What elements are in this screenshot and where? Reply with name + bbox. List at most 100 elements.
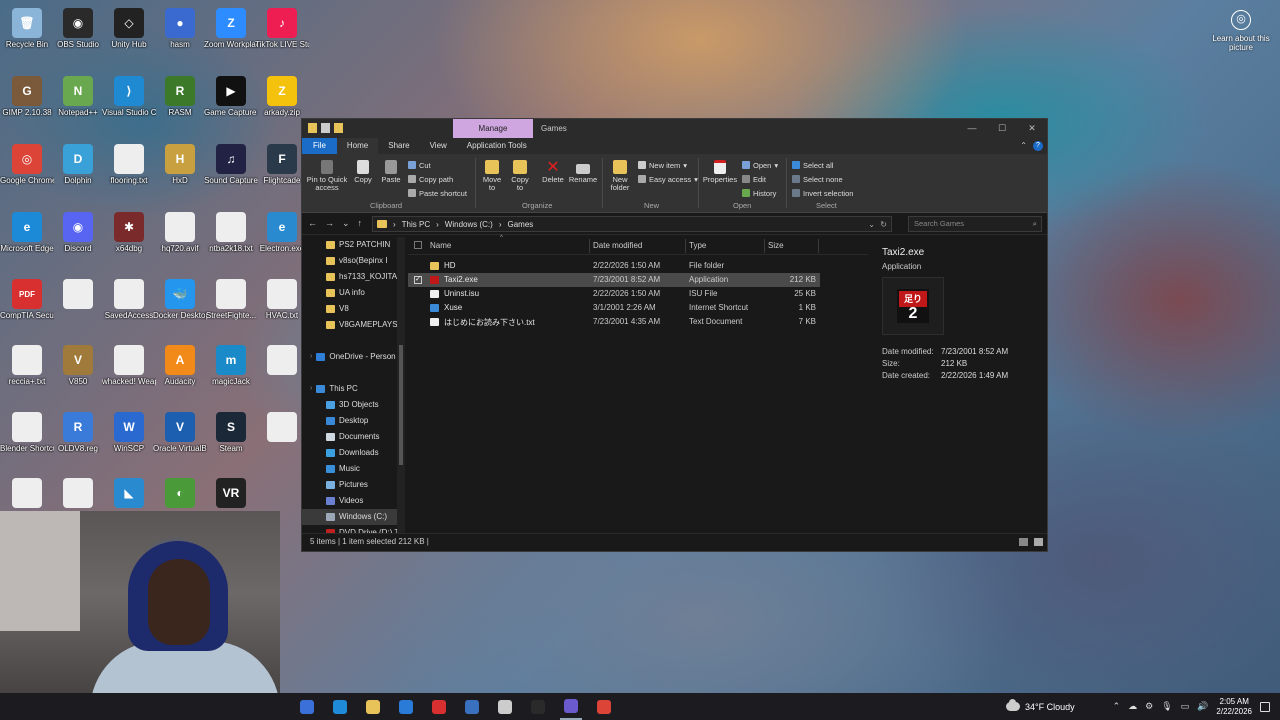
copy-path-button[interactable]: Copy path [408, 173, 453, 185]
desktop-icon[interactable]: ▶ Game Capture HD [204, 76, 258, 117]
nav-item[interactable]: Windows (C:) [302, 509, 405, 525]
column-divider[interactable] [589, 239, 590, 253]
taskbar-app[interactable] [593, 693, 615, 720]
desktop-icon[interactable] [0, 478, 54, 510]
cloud-sync-icon[interactable]: ☁ [1128, 701, 1137, 712]
taskbar-app[interactable] [461, 693, 483, 720]
breadcrumb-this-pc[interactable]: This PC [402, 220, 430, 229]
column-divider[interactable] [685, 239, 686, 253]
tab-view[interactable]: View [420, 138, 457, 154]
nav-item[interactable]: Downloads [302, 445, 405, 461]
back-arrow-icon[interactable]: ← [308, 218, 317, 229]
nav-item[interactable]: v8so(Bepinx I [302, 253, 405, 269]
desktop-icon[interactable]: SavedAccess [102, 279, 156, 320]
nav-item[interactable]: Pictures [302, 477, 405, 493]
copy-to-button[interactable]: Copy to [508, 160, 532, 192]
row-checkbox[interactable] [414, 262, 422, 270]
desktop-icon[interactable]: PDF CompTIA Security... [0, 279, 54, 320]
file-row[interactable]: HD 2/22/2026 1:50 AM File folder [408, 259, 820, 273]
notifications-icon[interactable] [1260, 701, 1270, 712]
clock[interactable]: 2:05 AM 2/22/2026 [1216, 697, 1252, 717]
delete-button[interactable]: ✕ Delete [540, 160, 566, 184]
easy-access-button[interactable]: Easy access ▾ [638, 173, 698, 185]
desktop-icon[interactable]: Blender Shortcut.txt [0, 412, 54, 453]
desktop-icon[interactable]: ● hasm [153, 8, 207, 49]
tab-share[interactable]: Share [378, 138, 419, 154]
desktop-icon[interactable]: R OLDV8.reg [51, 412, 105, 453]
taskbar-app[interactable] [395, 693, 417, 720]
desktop-icon[interactable]: S Steam [204, 412, 258, 453]
taskbar-app[interactable] [527, 693, 549, 720]
help-icon[interactable]: ? [1033, 141, 1043, 151]
details-view-icon[interactable] [1019, 538, 1028, 546]
desktop-icon[interactable]: D Dolphin [51, 144, 105, 185]
close-button[interactable]: ✕ [1017, 119, 1047, 138]
new-folder-qa-icon[interactable] [334, 123, 343, 133]
breadcrumb-games[interactable]: Games [507, 220, 533, 229]
desktop-icon[interactable]: ♪ TikTok LIVE Studio [255, 8, 309, 49]
nav-item[interactable]: hs7133_KOJITAXI [302, 269, 405, 285]
paste-shortcut-button[interactable]: Paste shortcut [408, 187, 467, 199]
row-checkbox[interactable] [414, 304, 422, 312]
desktop-icon[interactable]: R RASM [153, 76, 207, 117]
up-arrow-icon[interactable]: ↑ [358, 218, 363, 229]
open-button[interactable]: Open ▾ [742, 159, 778, 171]
nav-scrollbar[interactable] [397, 237, 405, 533]
desktop-icon[interactable]: V Oracle VirtualBox [153, 412, 207, 453]
taskbar-app[interactable] [296, 693, 318, 720]
desktop-icon[interactable]: ◐ [153, 478, 207, 510]
large-icons-view-icon[interactable] [1034, 538, 1043, 546]
nav-item[interactable]: DVD Drive (D:) T [302, 525, 405, 533]
nav-item[interactable]: Desktop [302, 413, 405, 429]
taskbar-app[interactable] [494, 693, 516, 720]
nav-item[interactable]: › This PC [302, 381, 405, 397]
desktop-icon[interactable]: G GIMP 2.10.38 [0, 76, 54, 117]
minimize-button[interactable]: — [957, 119, 987, 138]
desktop-icon[interactable]: ntba2k18.txt [204, 212, 258, 253]
desktop-icon[interactable]: 🗑 Recycle Bin [0, 8, 54, 49]
pin-quick-access-button[interactable]: Pin to Quick access [306, 160, 348, 192]
nav-item[interactable]: V8GAMEPLAYS [302, 317, 405, 333]
desktop-icon[interactable]: ◣ [102, 478, 156, 510]
recent-chevron-icon[interactable]: ⌄ [342, 218, 350, 229]
desktop-icon[interactable]: 🐳 Docker Desktop [153, 279, 207, 320]
desktop-icon[interactable]: VR [204, 478, 258, 510]
settings-icon[interactable]: ⚙ [1145, 701, 1153, 712]
nav-item[interactable]: Videos [302, 493, 405, 509]
search-input[interactable]: Search Games ⌕ [908, 216, 1042, 232]
taskbar-app[interactable] [329, 693, 351, 720]
chevron-up-icon[interactable]: ⌃ [1113, 701, 1121, 712]
nav-item[interactable]: Documents [302, 429, 405, 445]
maximize-button[interactable]: ☐ [987, 119, 1017, 138]
new-item-button[interactable]: New item ▾ [638, 159, 687, 171]
row-checkbox[interactable] [414, 290, 422, 298]
invert-selection-button[interactable]: Invert selection [792, 187, 853, 199]
desktop-icon[interactable]: StreetFighte... [204, 279, 258, 320]
desktop-icon[interactable]: whacked! Weapon... [102, 345, 156, 386]
select-all-button[interactable]: Select all [792, 159, 833, 171]
column-divider[interactable] [818, 239, 819, 253]
desktop-icon[interactable]: e Microsoft Edge [0, 212, 54, 253]
paste-button[interactable]: Paste [380, 160, 402, 184]
copy-button[interactable]: Copy [352, 160, 374, 184]
column-name[interactable]: Name [430, 241, 451, 250]
refresh-icon[interactable]: ↻ [880, 220, 887, 229]
nav-item[interactable]: 3D Objects [302, 397, 405, 413]
file-row[interactable]: Xuse 3/1/2001 2:26 AM Internet Shortcut 1 K… [408, 301, 820, 315]
new-folder-button[interactable]: New folder [606, 160, 634, 192]
desktop-icon[interactable]: ◉ OBS Studio [51, 8, 105, 49]
tab-application-tools[interactable]: Application Tools [457, 138, 537, 154]
nav-item[interactable]: Music [302, 461, 405, 477]
edit-button[interactable]: Edit [742, 173, 766, 185]
learn-about-picture[interactable]: ◎ Learn about this picture [1212, 10, 1270, 52]
column-date-modified[interactable]: Date modified [593, 241, 642, 250]
nav-item[interactable]: PS2 PATCHIN [302, 237, 405, 253]
desktop-icon[interactable]: ✱ x64dbg [102, 212, 156, 253]
select-all-checkbox[interactable] [414, 241, 422, 249]
properties-qa-icon[interactable] [321, 123, 330, 133]
properties-button[interactable]: Properties [702, 160, 738, 184]
manage-contextual-tab[interactable]: Manage [453, 119, 533, 138]
desktop-icon[interactable]: Zarkady.zip [255, 76, 309, 117]
desktop-icon[interactable]: A Audacity [153, 345, 207, 386]
desktop-icon[interactable]: hq720.avif [153, 212, 207, 253]
